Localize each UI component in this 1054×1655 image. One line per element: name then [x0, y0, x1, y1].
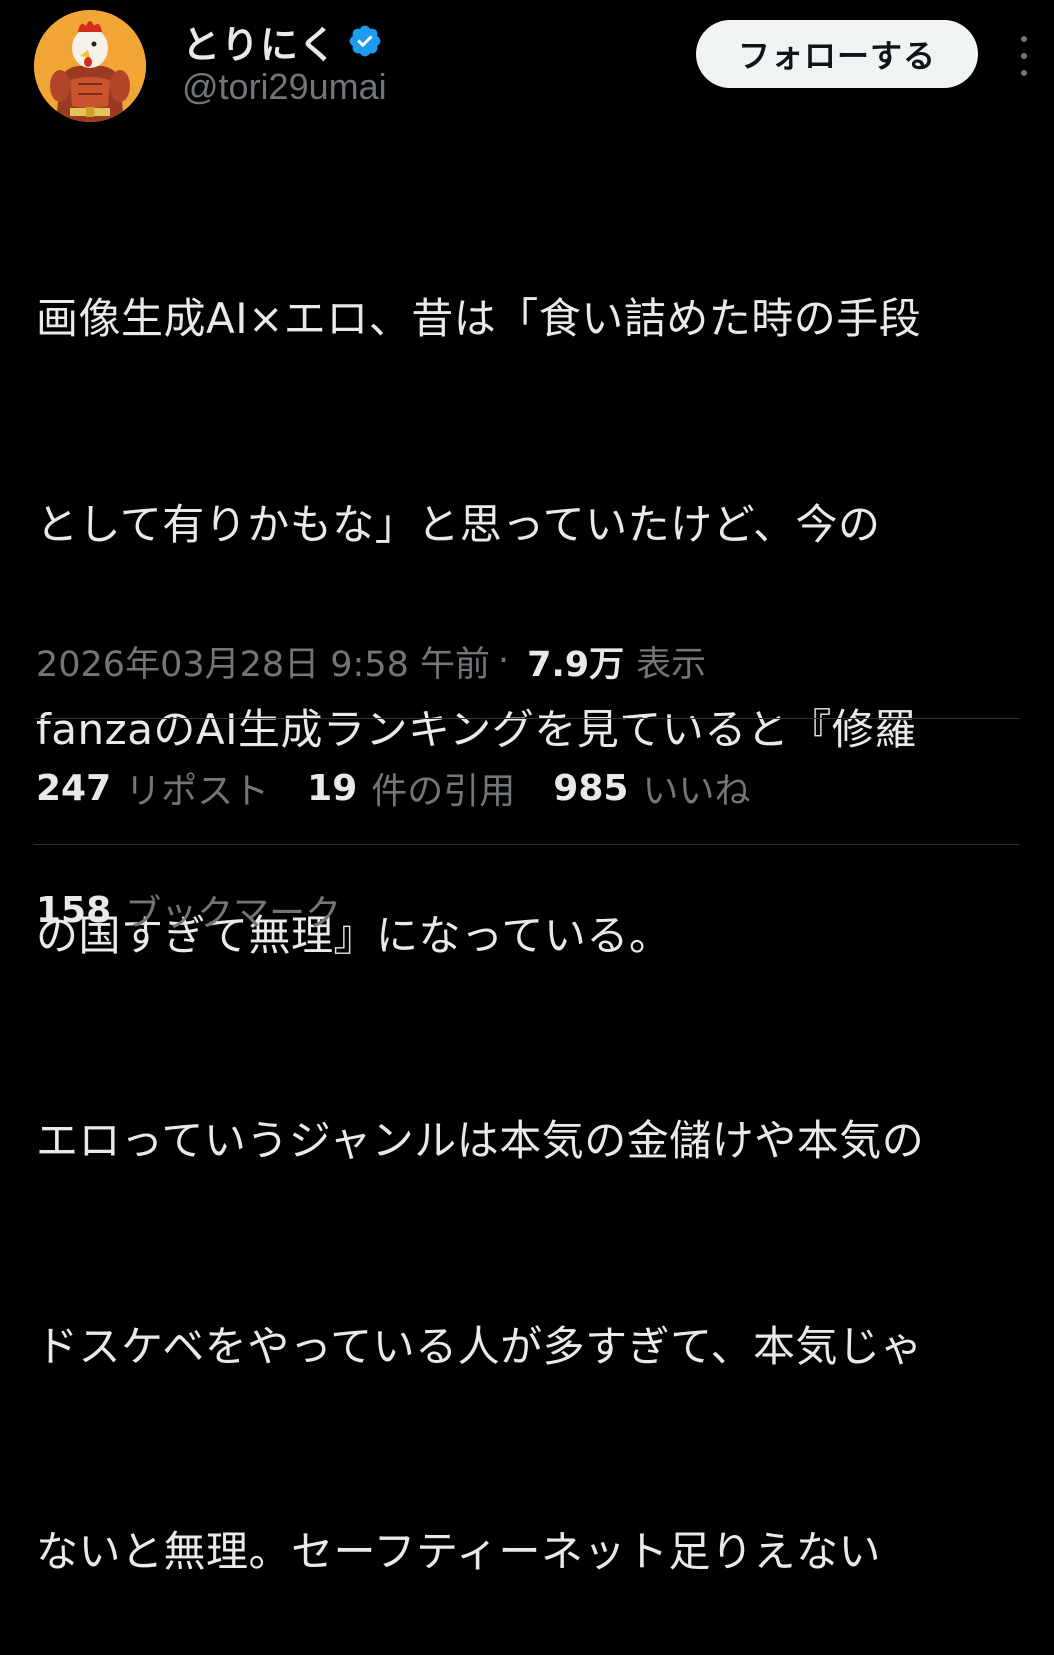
- tweet-header: とりにく @tori29umai フォローする: [0, 0, 1054, 130]
- tweet-text-line: エロっていうジャンルは本気の金儲けや本気の: [36, 1116, 925, 1165]
- reposts-count: 247: [36, 767, 112, 809]
- author-name-row: とりにく: [182, 14, 383, 69]
- quotes-stat[interactable]: 19 件の引用: [307, 762, 515, 814]
- tweet-text-line: fanzaのAI生成ランキングを見ていると『修羅: [36, 705, 917, 754]
- tweet-text-line: として有りかもな」と思っていたけど、今の: [36, 499, 881, 549]
- views-count[interactable]: 7.9万: [527, 636, 624, 687]
- more-dot: [1021, 70, 1027, 76]
- tweet-meta: 2026年03月28日 9:58 午前 · 7.9万 表示: [36, 636, 706, 686]
- bookmarks-count: 158: [36, 889, 112, 931]
- likes-label: いいね: [642, 771, 751, 812]
- meta-separator: ·: [498, 641, 510, 681]
- engagement-stats: 247 リポスト 19 件の引用 985 いいね: [36, 760, 788, 816]
- author-handle[interactable]: @tori29umai: [182, 66, 387, 108]
- tweet-timestamp[interactable]: 2026年03月28日 9:58 午前: [36, 636, 490, 687]
- divider: [34, 844, 1020, 845]
- reposts-label: リポスト: [125, 771, 270, 812]
- tweet-text-line: 画像生成AI×エロ、昔は「食い詰めた時の手段: [36, 294, 922, 343]
- bookmarks-stat[interactable]: 158 ブックマーク: [36, 882, 341, 938]
- tweet-text-line: ないと無理。セーフティーネット足りえない: [36, 1527, 881, 1576]
- views-label[interactable]: 表示: [636, 636, 706, 687]
- rooster-warrior-avatar-icon: [34, 10, 146, 122]
- quotes-label: 件の引用: [371, 771, 516, 812]
- divider: [34, 718, 1020, 719]
- follow-button[interactable]: フォローする: [696, 20, 978, 88]
- likes-count: 985: [553, 767, 629, 809]
- quotes-count: 19: [307, 767, 358, 809]
- bookmarks-label: ブックマーク: [125, 893, 342, 934]
- reposts-stat[interactable]: 247 リポスト: [36, 762, 269, 814]
- more-vertical-icon[interactable]: [1012, 36, 1036, 76]
- likes-stat[interactable]: 985 いいね: [553, 762, 750, 814]
- tweet-text-line: ドスケベをやっている人が多すぎて、本気じゃ: [36, 1321, 924, 1371]
- avatar[interactable]: [34, 10, 146, 122]
- more-dot: [1021, 53, 1027, 59]
- display-name[interactable]: とりにく: [182, 14, 337, 69]
- more-dot: [1021, 36, 1027, 42]
- verified-badge-icon[interactable]: [347, 23, 383, 59]
